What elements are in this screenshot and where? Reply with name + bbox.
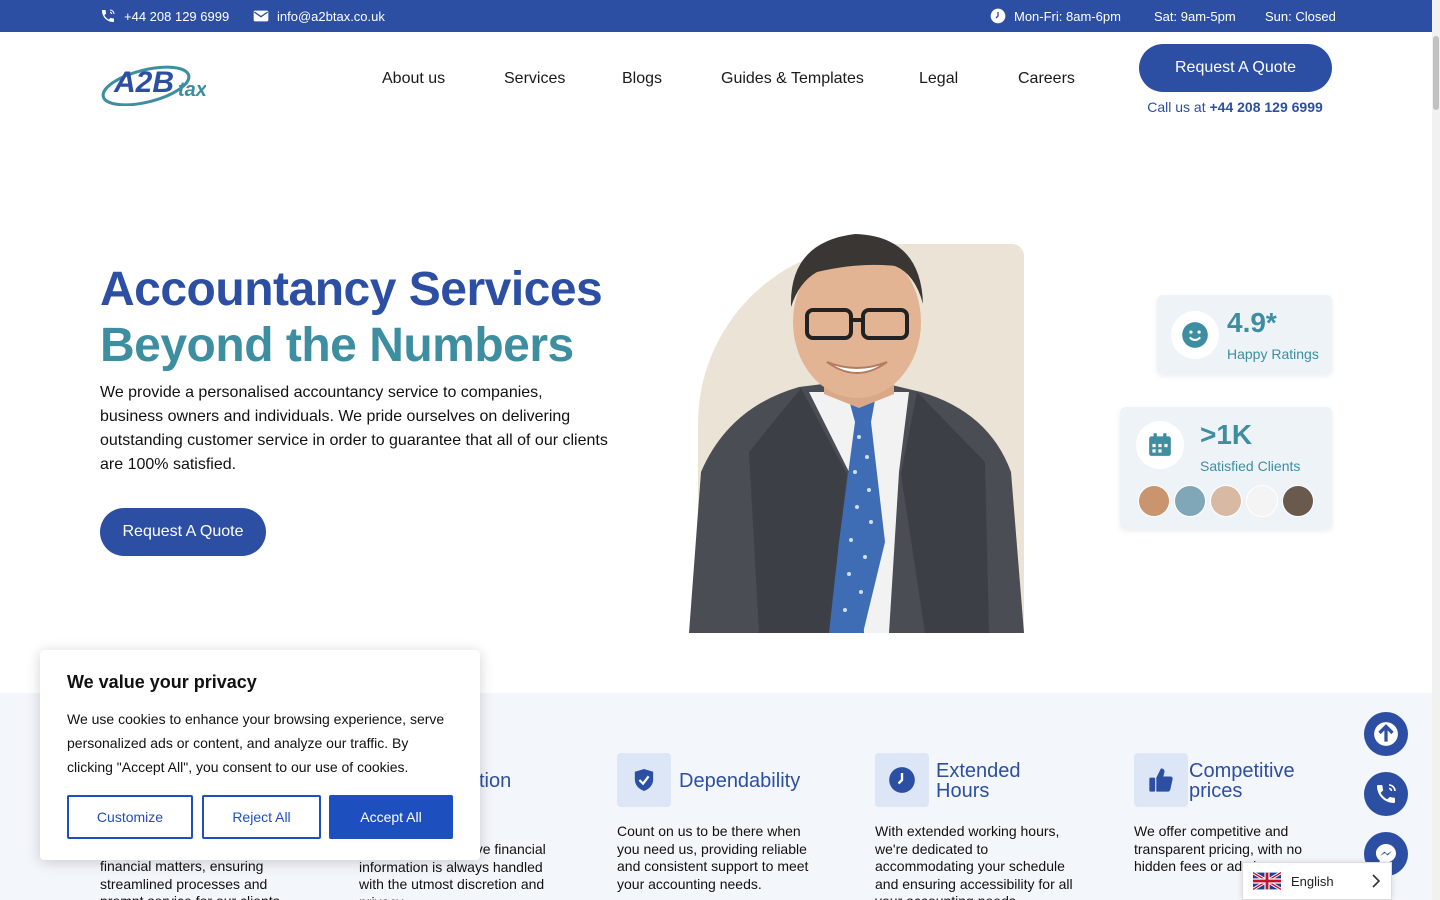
hero-person-photo [689,222,1024,633]
topbar-phone-text: +44 208 129 6999 [124,8,230,24]
hero-title-line2: Beyond the Numbers [100,319,574,372]
clients-label: Satisfied Clients [1200,458,1301,474]
site-logo[interactable]: A2B tax [100,56,208,107]
cookie-text: We use cookies to enhance your browsing … [67,711,445,775]
calendar-icon [1136,421,1184,469]
top-bar: +44 208 129 6999 info@a2btax.co.uk Mon-F… [0,0,1432,32]
hero-title-line1: Accountancy Services [100,263,603,316]
nav-careers[interactable]: Careers [1018,70,1075,94]
rating-card: 4.9* Happy Ratings [1157,295,1332,374]
scrollbar-thumb[interactable] [1433,36,1439,110]
cookie-accept-all-button[interactable]: Accept All [329,795,453,839]
client-avatar [1138,485,1170,517]
logo-text-tax: tax [178,79,206,101]
topbar-phone-link[interactable]: +44 208 129 6999 [100,0,229,32]
feature-title-dependability: Dependability [679,770,801,792]
call-button[interactable] [1364,772,1408,816]
client-avatar [1246,485,1278,517]
logo-graphic: A2B tax [101,65,208,107]
header-call-us: Call us at +44 208 129 6999 [1140,99,1330,115]
feature-title-competitive-line1: Competitive [1189,760,1295,782]
nav-about-us[interactable]: About us [382,70,445,94]
nav-guides-templates[interactable]: Guides & Templates [721,70,864,94]
shield-check-icon [617,753,671,807]
client-avatars [1138,485,1314,517]
client-avatar [1174,485,1206,517]
phone-icon [1377,784,1396,803]
topbar-email-link[interactable]: info@a2btax.co.uk [253,0,385,32]
topbar-email-text: info@a2btax.co.uk [277,8,385,24]
rating-value: 4.9* [1227,307,1277,338]
feature-title-confidentiality: tion [479,770,512,792]
arrow-up-icon [1374,722,1398,746]
clock-icon [990,8,1006,24]
thumbs-up-icon [1134,753,1188,807]
nav-blogs[interactable]: Blogs [622,70,662,94]
hours-sun-text: Sun: Closed [1265,8,1336,24]
topbar-hours-sat: Sat: 9am-5pm [1154,0,1236,32]
language-selector[interactable]: English [1242,862,1392,900]
callus-number-link[interactable]: +44 208 129 6999 [1209,99,1322,115]
hero-description: We provide a personalised accountancy se… [100,384,608,473]
hero-request-quote-button[interactable]: Request A Quote [100,508,266,556]
rating-label: Happy Ratings [1227,346,1319,362]
person-illustration [689,234,1024,633]
cookie-consent-dialog: We value your privacy We use cookies to … [40,650,480,860]
topbar-hours-weekday: Mon-Fri: 8am-6pm [990,0,1121,32]
clients-card: >1K Satisfied Clients [1120,407,1332,529]
hours-weekday-text: Mon-Fri: 8am-6pm [1014,8,1121,24]
feature-title-extended-line2: Hours [936,780,990,802]
callus-prefix: Call us at [1147,99,1206,115]
client-avatar [1210,485,1242,517]
header-request-quote-button[interactable]: Request A Quote [1139,44,1332,92]
logo-text-a2b: A2B [113,66,174,99]
clients-value: >1K [1200,419,1253,450]
phone-icon [102,9,115,22]
page-scrollbar[interactable] [1432,0,1440,900]
cookie-title: We value your privacy [67,672,257,692]
hours-sat-text: Sat: 9am-5pm [1154,8,1236,24]
feature-title-competitive-line2: prices [1189,780,1243,802]
nav-services[interactable]: Services [504,70,565,94]
nav-legal[interactable]: Legal [919,70,958,94]
feature-text-dependability: Count on us to be there when you need us… [617,823,809,892]
feature-text-efficiency: financial matters, ensuring streamlined … [100,858,284,900]
client-avatar [1282,485,1314,517]
topbar-hours-sun: Sun: Closed [1265,0,1336,32]
feature-text-extended: With extended working hours, we're dedic… [875,823,1073,900]
feature-title-extended-line1: Extended [936,760,1021,782]
clock-icon [875,753,929,807]
smiley-icon [1171,311,1219,359]
uk-flag-icon [1253,872,1281,890]
cookie-customize-button[interactable]: Customize [67,795,193,839]
mail-icon [253,10,269,22]
chevron-right-icon [1372,874,1381,888]
scroll-to-top-button[interactable] [1364,712,1408,756]
language-label: English [1291,873,1334,889]
cookie-reject-all-button[interactable]: Reject All [202,795,321,839]
